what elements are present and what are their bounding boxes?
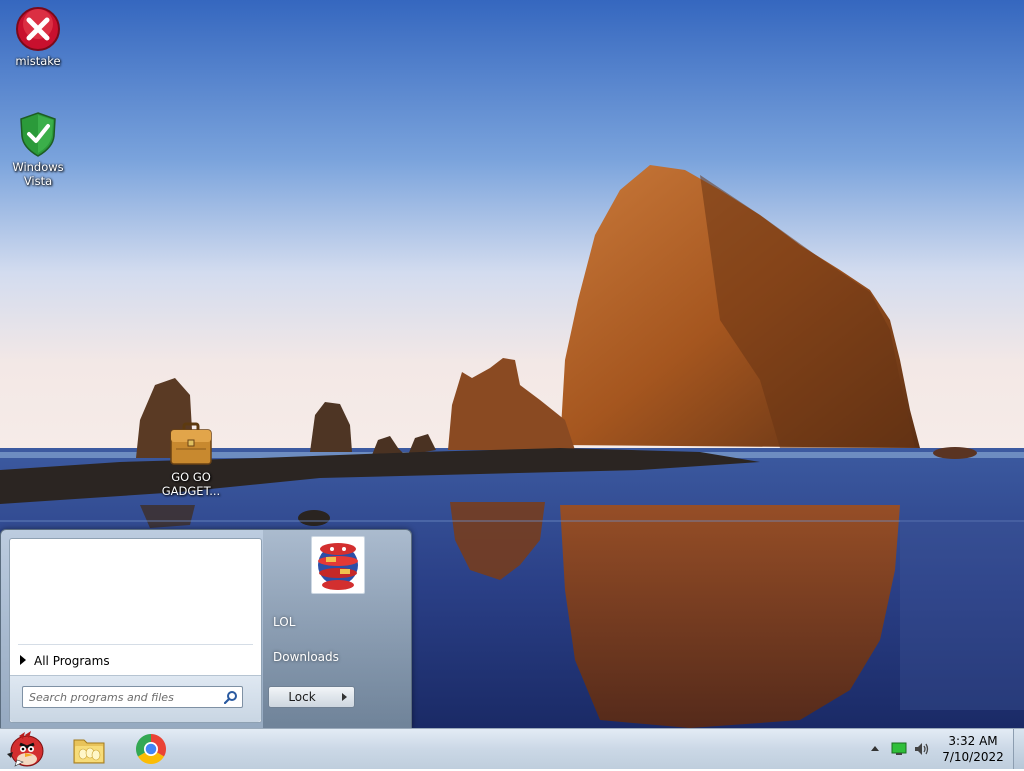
clock[interactable]: 3:32 AM 7/10/2022: [938, 733, 1008, 765]
search-icon[interactable]: [224, 690, 238, 704]
network-icon[interactable]: [891, 742, 907, 756]
desktop-icon-mistake[interactable]: mistake: [0, 6, 76, 68]
desktop-icon-windows-vista[interactable]: Windows Vista: [0, 110, 76, 188]
places-pane: LOL Downloads Lock: [263, 530, 411, 728]
taskbar-explorer[interactable]: [66, 730, 112, 768]
clock-date: 7/10/2022: [942, 750, 1004, 764]
start-button[interactable]: [3, 730, 49, 768]
volume-icon[interactable]: [913, 741, 931, 757]
show-hidden-icons-button[interactable]: [871, 746, 879, 751]
start-menu-item-downloads[interactable]: Downloads: [273, 650, 339, 664]
search-input[interactable]: [23, 687, 225, 707]
error-x-icon: [16, 7, 60, 51]
arrow-right-icon: [342, 693, 347, 701]
taskbar-chrome[interactable]: [128, 730, 174, 768]
arrow-right-icon: [20, 655, 26, 665]
show-desktop-button[interactable]: [1013, 729, 1024, 769]
start-menu: All Programs LO: [0, 529, 412, 729]
angry-bird-icon: [7, 731, 44, 767]
clock-time: 3:32 AM: [948, 734, 998, 748]
chrome-icon: [135, 734, 167, 765]
desktop-icon-label: mistake: [15, 54, 61, 68]
desktop-icon-go-go-gadget[interactable]: GO GO GADGET...: [153, 420, 229, 498]
divider: [18, 644, 253, 645]
folder-icon: [73, 739, 105, 764]
programs-pane: All Programs: [9, 538, 262, 723]
briefcase-icon: [170, 422, 212, 465]
shutdown-options-button[interactable]: [334, 686, 355, 708]
desktop-icon-label: Windows Vista: [12, 160, 64, 188]
all-programs-button[interactable]: All Programs: [18, 651, 110, 671]
user-avatar-icon: [318, 543, 358, 590]
lock-button[interactable]: Lock: [268, 686, 336, 708]
taskbar: 3:32 AM 7/10/2022: [0, 728, 1024, 769]
user-picture[interactable]: [311, 536, 365, 594]
start-menu-item-lol[interactable]: LOL: [273, 615, 295, 629]
search-box[interactable]: [22, 686, 243, 708]
desktop-icon-label: GO GO GADGET...: [161, 470, 221, 498]
all-programs-label: All Programs: [34, 654, 110, 668]
security-shield-icon: [20, 112, 56, 157]
search-area: [10, 675, 261, 722]
